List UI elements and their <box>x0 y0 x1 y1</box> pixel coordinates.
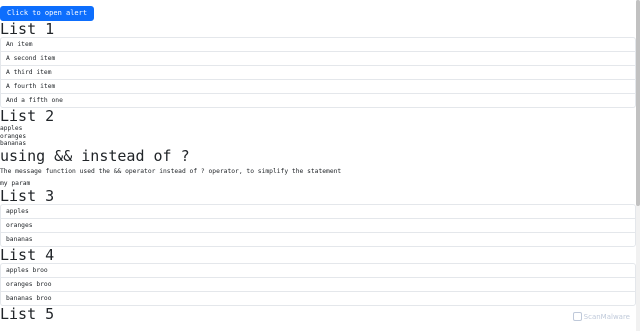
scan-logo-icon <box>572 312 582 321</box>
list-item: bananas broo <box>1 290 635 305</box>
open-alert-button[interactable]: Click to open alert <box>0 6 95 21</box>
list5-title: List 5 <box>0 304 55 323</box>
section-title: using && instead of ? <box>0 146 190 165</box>
list-item: And a fifth one <box>1 93 635 107</box>
section-param: my param <box>0 179 31 187</box>
watermark: ScanMalware <box>572 312 630 321</box>
list3: apples oranges bananas <box>0 203 636 247</box>
list-item: apples <box>6 207 29 215</box>
list3-title: List 3 <box>0 186 55 205</box>
list-item: A second item <box>1 51 635 65</box>
list-item: apples <box>0 125 23 132</box>
list2: apples oranges bananas <box>0 125 636 148</box>
list-item: An item <box>6 41 33 48</box>
list4-title: List 4 <box>0 245 55 264</box>
scrollbar-track[interactable] <box>636 0 640 331</box>
list-item: apples broo <box>6 266 48 274</box>
list1-title: List 1 <box>0 20 55 38</box>
list1: An item A second item A third item A fou… <box>0 37 636 108</box>
scrollbar-thumb[interactable] <box>636 0 640 206</box>
page: Click to open alert List 1 An item A sec… <box>0 0 636 322</box>
list2-title: List 2 <box>0 107 55 125</box>
list4: apples broo oranges broo bananas broo <box>0 262 636 306</box>
list-item: oranges <box>0 132 27 140</box>
list-item: A fourth item <box>1 79 635 93</box>
section-description: The message function used the && operato… <box>0 167 342 175</box>
watermark-text: ScanMalware <box>583 312 630 321</box>
list-item: oranges <box>1 217 635 232</box>
list-item: bananas <box>1 231 635 246</box>
list-item: oranges broo <box>1 276 635 291</box>
list-item: A third item <box>1 65 635 79</box>
